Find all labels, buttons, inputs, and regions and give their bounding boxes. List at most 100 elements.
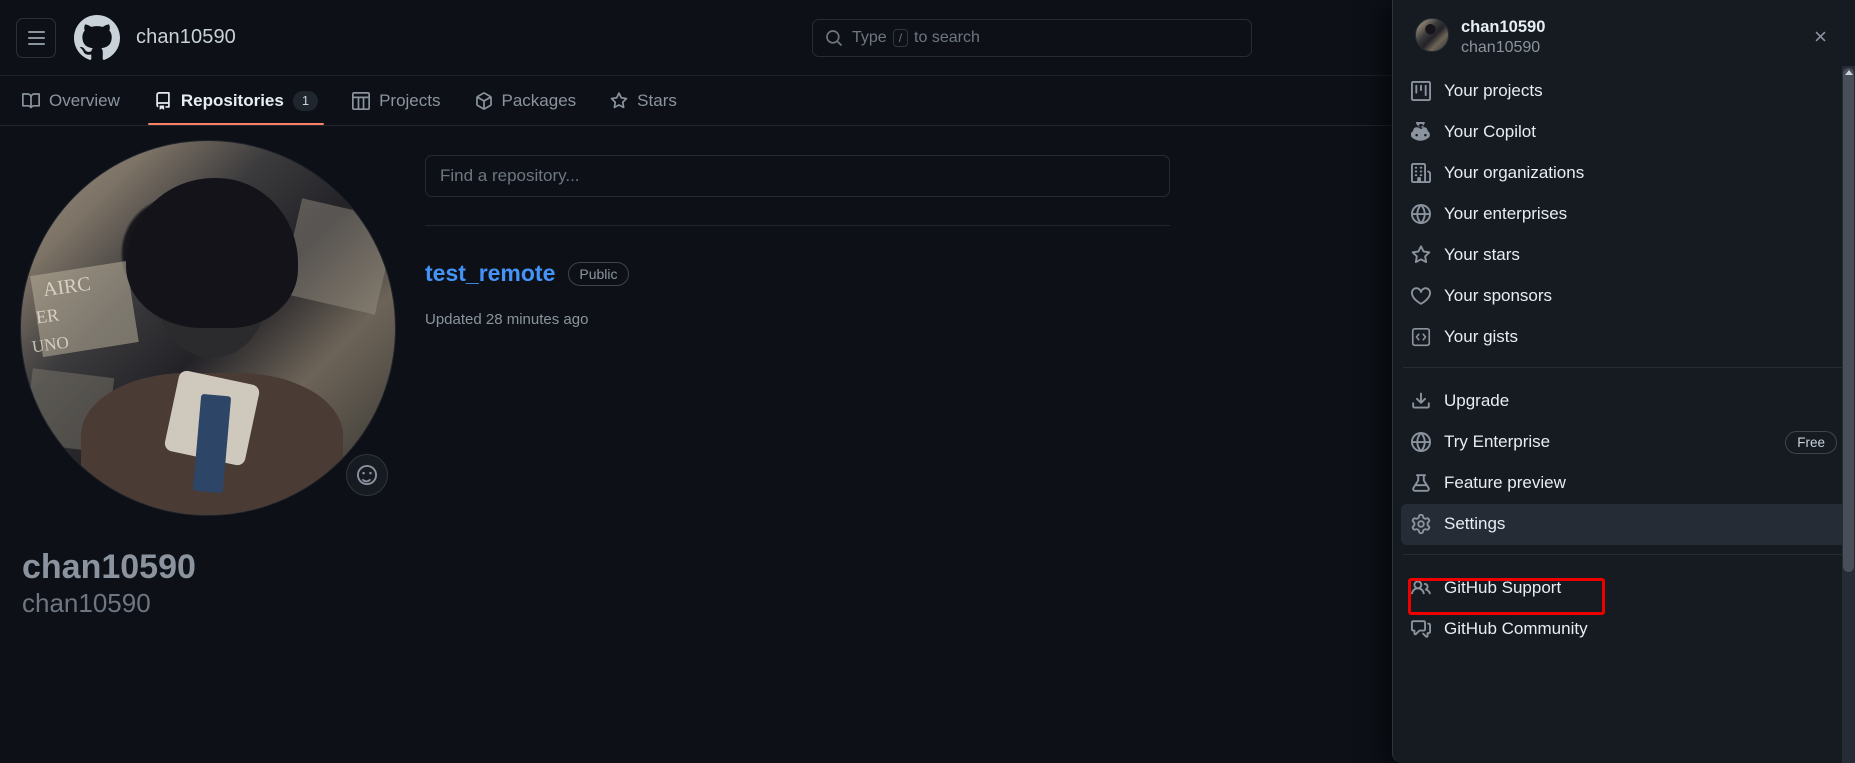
user-menu-group-3: GitHub Support GitHub Community [1393,564,1855,650]
menu-item-label: Your organizations [1444,163,1585,183]
tab-stars-label: Stars [637,90,677,110]
upload-icon [1412,393,1430,409]
tab-packages-label: Packages [501,90,577,110]
menu-item-label: Try Enterprise [1444,432,1551,452]
tab-projects-label: Projects [379,90,441,110]
package-icon [475,91,492,110]
menu-item-label: Settings [1444,514,1506,534]
search-placeholder-prefix: Type [852,29,887,46]
gear-icon [1411,514,1431,535]
avatar-hair [125,178,298,328]
menu-item-your-gists[interactable]: Your gists [1401,317,1847,358]
hamburger-line [27,36,45,39]
menu-item-label: Your stars [1444,245,1520,265]
scroll-up-arrow-icon [1845,70,1853,75]
menu-item-github-community[interactable]: GitHub Community [1401,609,1847,650]
close-x-icon [1815,31,1825,41]
menu-item-label: Your gists [1444,327,1519,347]
repository-updated-time: Updated 28 minutes ago [425,311,589,328]
global-search-input[interactable]: Type / to search [812,19,1252,57]
avatar-container: AIRC ER UNO [20,140,396,516]
user-menu-group-1: Your projects Your Copilot Your organiza… [1393,67,1855,358]
menu-item-feature-preview[interactable]: Feature preview [1401,463,1847,504]
beaker-icon [1412,474,1430,493]
find-repository-input[interactable]: Find a repository... [425,155,1170,197]
menu-item-upgrade[interactable]: Upgrade [1401,381,1847,422]
menu-item-your-copilot[interactable]: Your Copilot [1401,112,1847,153]
avatar-texture [280,198,395,316]
repository-visibility-badge: Public [568,261,629,286]
menu-item-your-enterprises[interactable]: Your enterprises [1401,194,1847,235]
user-menu-login: chan10590 [1461,38,1541,56]
user-menu-group-2: Upgrade Try Enterprise Free Feature prev… [1393,377,1855,545]
tab-overview[interactable]: Overview [8,76,134,125]
menu-divider [1403,366,1845,368]
code-icon [1411,328,1431,347]
set-status-button[interactable] [346,454,388,496]
people-icon [1411,580,1431,595]
github-logo-icon[interactable] [74,14,120,61]
tab-packages[interactable]: Packages [461,76,591,125]
profile-sidebar: AIRC ER UNO chan10590 chan10590 [0,140,420,620]
tab-repositories-count: 1 [292,90,319,111]
user-account-menu: chan10590 chan10590 Your projects Your C… [1392,0,1855,763]
tab-repositories[interactable]: Repositories 1 [140,76,332,125]
header-owner-name[interactable]: chan10590 [136,26,236,49]
repositories-panel: Find a repository... test_remote Public … [425,155,1170,328]
user-menu-name: chan10590 [1461,18,1546,36]
menu-item-label: Your enterprises [1444,204,1568,224]
star-icon [1411,245,1431,264]
hamburger-menu-button[interactable] [16,17,56,58]
tab-projects[interactable]: Projects [338,76,454,125]
menu-scrollbar-thumb[interactable] [1843,68,1854,572]
hamburger-line [27,30,45,33]
hamburger-line [27,42,45,45]
profile-identity: chan10590 chan10590 [22,548,420,620]
search-slash-key: / [892,29,909,47]
menu-item-label: GitHub Support [1444,578,1562,598]
menu-item-label: GitHub Community [1444,619,1588,639]
heart-icon [1411,287,1431,306]
repository-list-item: test_remote Public Updated 28 minutes ag… [425,226,1170,328]
menu-item-your-stars[interactable]: Your stars [1401,235,1847,276]
menu-item-label: Your Copilot [1444,122,1536,142]
profile-login: chan10590 [22,588,151,619]
avatar[interactable]: AIRC ER UNO [20,140,396,516]
menu-item-label: Your projects [1444,81,1543,101]
menu-item-your-sponsors[interactable]: Your sponsors [1401,276,1847,317]
tab-stars[interactable]: Stars [596,76,691,125]
menu-item-your-organizations[interactable]: Your organizations [1401,153,1847,194]
menu-item-your-projects[interactable]: Your projects [1401,71,1847,112]
free-badge: Free [1785,430,1837,454]
repository-name-link[interactable]: test_remote [425,260,555,287]
close-icon[interactable] [1807,23,1833,49]
globe-icon [1411,432,1431,453]
menu-item-label: Upgrade [1444,391,1510,411]
user-menu-header: chan10590 chan10590 [1393,0,1855,67]
copilot-icon [1411,122,1430,142]
table-icon [352,91,371,110]
menu-item-github-support[interactable]: GitHub Support [1401,568,1847,609]
menu-item-label: Feature preview [1444,473,1566,493]
project-icon [1411,81,1431,102]
tab-overview-label: Overview [49,90,120,110]
repo-icon [156,91,170,110]
user-menu-identity: chan10590 chan10590 [1461,18,1545,57]
avatar-newsprint-text: ER [34,304,61,328]
find-repository-placeholder: Find a repository... [440,166,580,185]
globe-icon [1411,204,1431,225]
comment-discussion-icon [1411,620,1431,639]
smiley-icon [357,465,377,485]
search-icon [826,30,842,46]
menu-divider [1403,553,1845,555]
avatar-newsprint-text: UNO [31,333,71,357]
repository-title-row: test_remote Public [425,260,1170,287]
menu-item-settings[interactable]: Settings [1401,503,1847,545]
search-placeholder: Type / to search [852,29,980,47]
tab-repositories-label: Repositories [180,90,284,110]
menu-item-label: Your sponsors [1444,286,1553,306]
book-icon [22,92,40,108]
menu-item-try-enterprise[interactable]: Try Enterprise Free [1401,422,1847,463]
star-icon [610,91,628,108]
user-menu-avatar [1415,18,1449,52]
